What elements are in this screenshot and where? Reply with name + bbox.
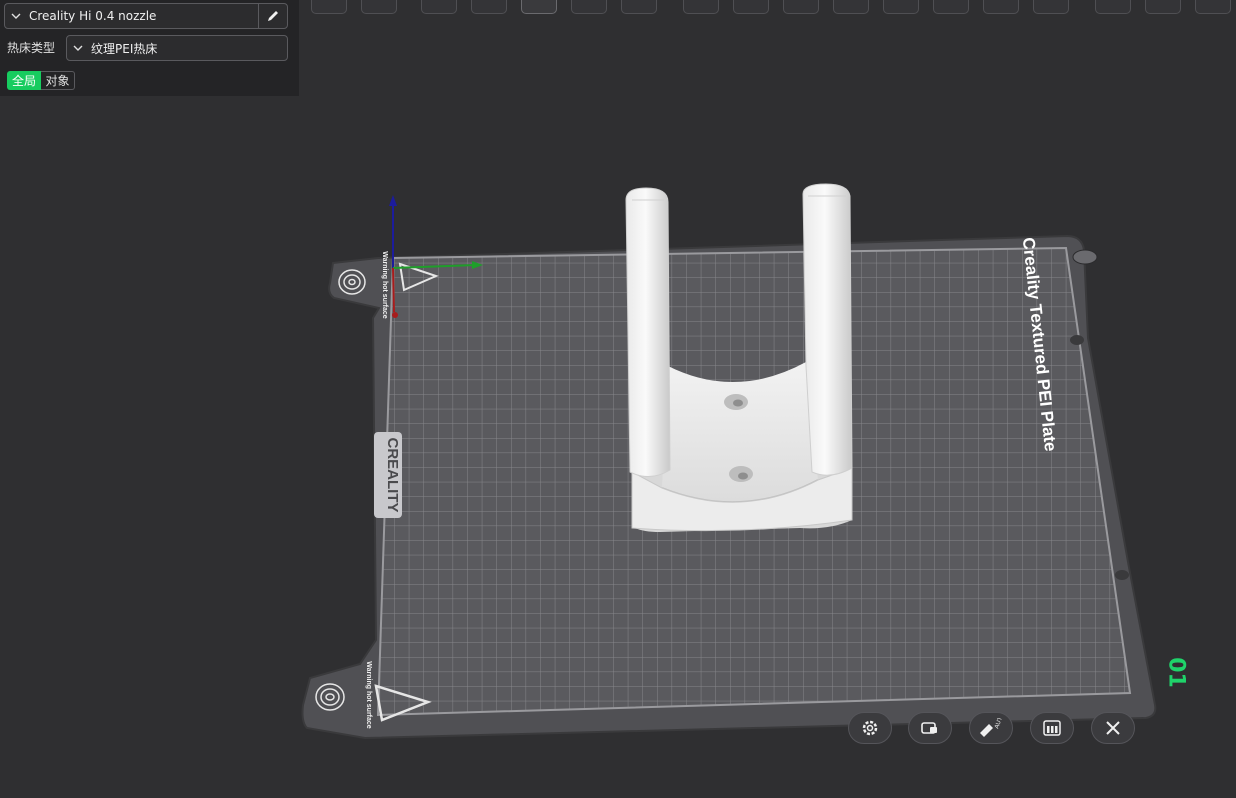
toolbar-assembly-button[interactable] xyxy=(1145,0,1181,14)
chevron-down-icon xyxy=(11,13,23,19)
toolbar-support-paint-button[interactable] xyxy=(933,0,969,14)
arrange-icon xyxy=(1043,720,1061,736)
chevron-down-icon xyxy=(73,45,85,51)
pencil-icon xyxy=(268,11,278,21)
toolbar-split-button[interactable] xyxy=(621,0,657,14)
toolbar-cut-button[interactable] xyxy=(883,0,919,14)
printer-select-value: Creality Hi 0.4 nozzle xyxy=(29,9,157,23)
lock-plate-button[interactable] xyxy=(908,712,952,744)
toolbar-plate-grid-button[interactable] xyxy=(361,0,397,14)
printer-select[interactable]: Creality Hi 0.4 nozzle xyxy=(4,3,288,29)
toolbar-add-cube-button[interactable] xyxy=(311,0,347,14)
gear-icon xyxy=(862,720,878,736)
toolbar-seam-paint-button[interactable] xyxy=(983,0,1019,14)
toolbar-rotate-button[interactable] xyxy=(733,0,769,14)
auto-orient-icon: AUTO xyxy=(980,718,1005,737)
scope-object-tab[interactable]: 对象 xyxy=(41,71,75,90)
edit-printer-button[interactable] xyxy=(258,4,287,28)
toolbar-lay-on-face-button[interactable] xyxy=(833,0,869,14)
toolbar-orient-button[interactable] xyxy=(421,0,457,14)
left-settings-panel: Creality Hi 0.4 nozzle 热床类型 纹理PEI热床 全局 对… xyxy=(0,0,299,96)
bed-type-label: 热床类型 xyxy=(7,41,56,55)
toolbar-scale-button[interactable] xyxy=(783,0,819,14)
plate-settings-button[interactable] xyxy=(848,712,892,744)
toolbar-text-button[interactable] xyxy=(1033,0,1069,14)
lock-icon xyxy=(921,722,937,734)
auto-label: AUTO xyxy=(994,718,1005,730)
warning-text-top: Warning hot surface xyxy=(381,251,388,319)
toolbar-measure-button[interactable] xyxy=(1095,0,1131,14)
bed-type-select[interactable]: 纹理PEI热床 xyxy=(66,35,288,61)
viewport-3d[interactable]: CREALITY Creality Textured PEI Plate War… xyxy=(0,0,1236,794)
toolbar-more-button[interactable] xyxy=(1195,0,1231,14)
arrange-plate-button[interactable] xyxy=(1030,712,1074,744)
delete-plate-button[interactable] xyxy=(1091,712,1135,744)
close-icon xyxy=(1106,721,1120,735)
warning-text-bottom: Warning hot surface xyxy=(365,661,372,729)
scope-global-tab[interactable]: 全局 xyxy=(7,71,41,90)
toolbar-arrange-button[interactable] xyxy=(571,0,607,14)
plate-brand-text: CREALITY xyxy=(384,438,401,513)
toolbar-move-button[interactable] xyxy=(683,0,719,14)
plate-number: 01 xyxy=(1163,657,1189,688)
auto-orient-plate-button[interactable]: AUTO xyxy=(969,712,1013,744)
top-toolbar xyxy=(299,0,1236,16)
bed-type-value: 纹理PEI热床 xyxy=(91,41,158,56)
toolbar-layout-button[interactable] xyxy=(521,0,557,14)
toolbar-auto-orient-button[interactable] xyxy=(471,0,507,14)
